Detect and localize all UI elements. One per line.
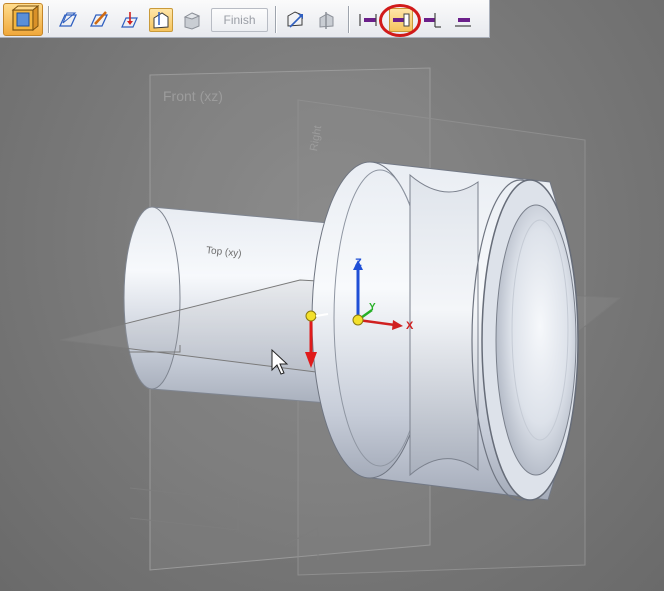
highlight-ring [379, 4, 421, 37]
extrude-feature-icon[interactable] [180, 8, 204, 32]
revolve-feature-icon[interactable] [314, 8, 338, 32]
finish-button[interactable]: Finish [211, 8, 268, 32]
draw-sketch-icon[interactable] [87, 8, 111, 32]
toolbar-separator [348, 6, 350, 33]
parallel-plane-icon[interactable] [118, 8, 142, 32]
axis-z-label: Z [355, 257, 362, 269]
toolbar-separator [275, 6, 277, 33]
toolbar-separator [48, 6, 50, 33]
sweep-direction-icon[interactable] [283, 8, 307, 32]
coincident-plane-icon[interactable] [56, 8, 80, 32]
axis-x-label: X [406, 320, 414, 332]
modeling-viewport[interactable]: Front (xz) Right Top (xy) Z X Y [0, 0, 664, 591]
profile-icon[interactable] [149, 8, 173, 32]
front-plane-label: Front (xz) [163, 88, 223, 104]
sketch-toolbar: Finish [0, 0, 490, 38]
extent-finite-icon[interactable] [356, 8, 380, 32]
axis-y-label: Y [369, 302, 376, 313]
extent-through-icon[interactable] [420, 8, 444, 32]
sketch-mode-button[interactable] [3, 3, 43, 36]
extent-to-next-icon[interactable] [451, 8, 475, 32]
